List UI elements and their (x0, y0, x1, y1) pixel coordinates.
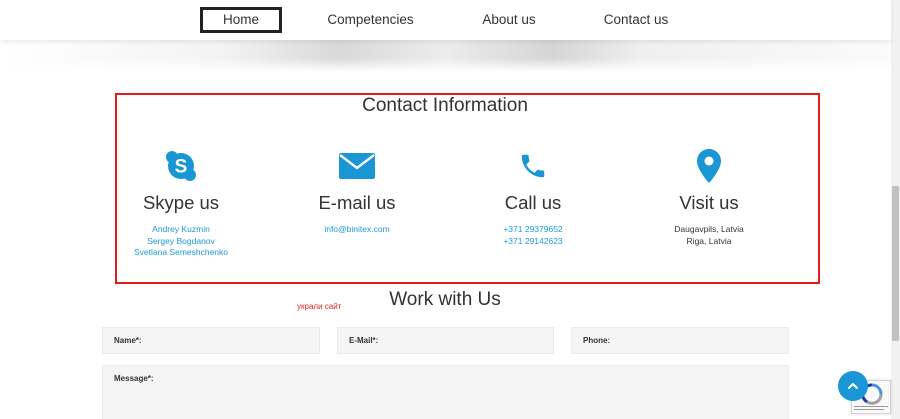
scrollbar-thumb[interactable] (892, 186, 899, 341)
skype-icon: S (101, 148, 261, 184)
chevron-up-icon (848, 383, 858, 389)
skype-contact-3[interactable]: Svetlana Semeshchenko (101, 247, 261, 259)
nav-contact-us[interactable]: Contact us (594, 7, 678, 33)
envelope-icon (277, 148, 437, 184)
email-heading: E-mail us (318, 192, 396, 213)
nav-about-us[interactable]: About us (472, 7, 546, 33)
skype-contact-2[interactable]: Sergey Bogdanov (101, 236, 261, 248)
email-contacts: info@binitex.com (277, 224, 437, 236)
nav-competencies[interactable]: Competencies (318, 7, 423, 33)
contact-visit: Visit us Daugavpils, Latvia Riga, Latvia (629, 148, 789, 247)
message-field[interactable]: Message*: (102, 365, 789, 419)
contact-phone: Call us +371 29379652 +371 29142623 (453, 148, 613, 247)
nav-home[interactable]: Home (200, 7, 282, 33)
scroll-to-top-button[interactable] (838, 371, 868, 401)
phone-icon (453, 148, 613, 184)
visit-addresses: Daugavpils, Latvia Riga, Latvia (629, 224, 789, 247)
phone-contacts: +371 29379652 +371 29142623 (453, 224, 613, 247)
email-link[interactable]: info@binitex.com (277, 224, 437, 236)
phone-link-2[interactable]: +371 29142623 (453, 236, 613, 248)
phone-heading: Call us (504, 192, 562, 213)
address-2: Riga, Latvia (686, 235, 732, 246)
phone-link-1[interactable]: +371 29379652 (453, 224, 613, 236)
svg-text:S: S (175, 157, 188, 178)
hero-image-strip (0, 40, 891, 72)
contact-section-title: Contact Information (362, 95, 528, 116)
skype-contacts: Andrey Kuzmin Sergey Bogdanov Svetlana S… (101, 224, 261, 259)
phone-field[interactable]: Phone: (571, 327, 789, 354)
skype-heading: Skype us (142, 192, 220, 213)
email-field-label: E-Mail*: (349, 336, 379, 345)
page-scrollbar[interactable] (891, 0, 900, 419)
map-pin-icon (629, 148, 789, 184)
address-1: Daugavpils, Latvia (674, 224, 744, 234)
work-section-title: Work with Us (389, 289, 501, 310)
recaptcha-fineprint (854, 406, 888, 410)
phone-field-label: Phone: (583, 336, 611, 345)
message-field-label: Message*: (114, 374, 154, 383)
email-field[interactable]: E-Mail*: (337, 327, 554, 354)
skype-contact-1[interactable]: Andrey Kuzmin (101, 224, 261, 236)
contact-email: E-mail us info@binitex.com (277, 148, 437, 236)
name-field[interactable]: Name*: (102, 327, 320, 354)
name-field-label: Name*: (114, 336, 142, 345)
top-navigation: Home Competencies About us Contact us (0, 0, 891, 40)
contact-skype: S Skype us Andrey Kuzmin Sergey Bogdanov… (101, 148, 261, 259)
visit-heading: Visit us (679, 192, 739, 213)
